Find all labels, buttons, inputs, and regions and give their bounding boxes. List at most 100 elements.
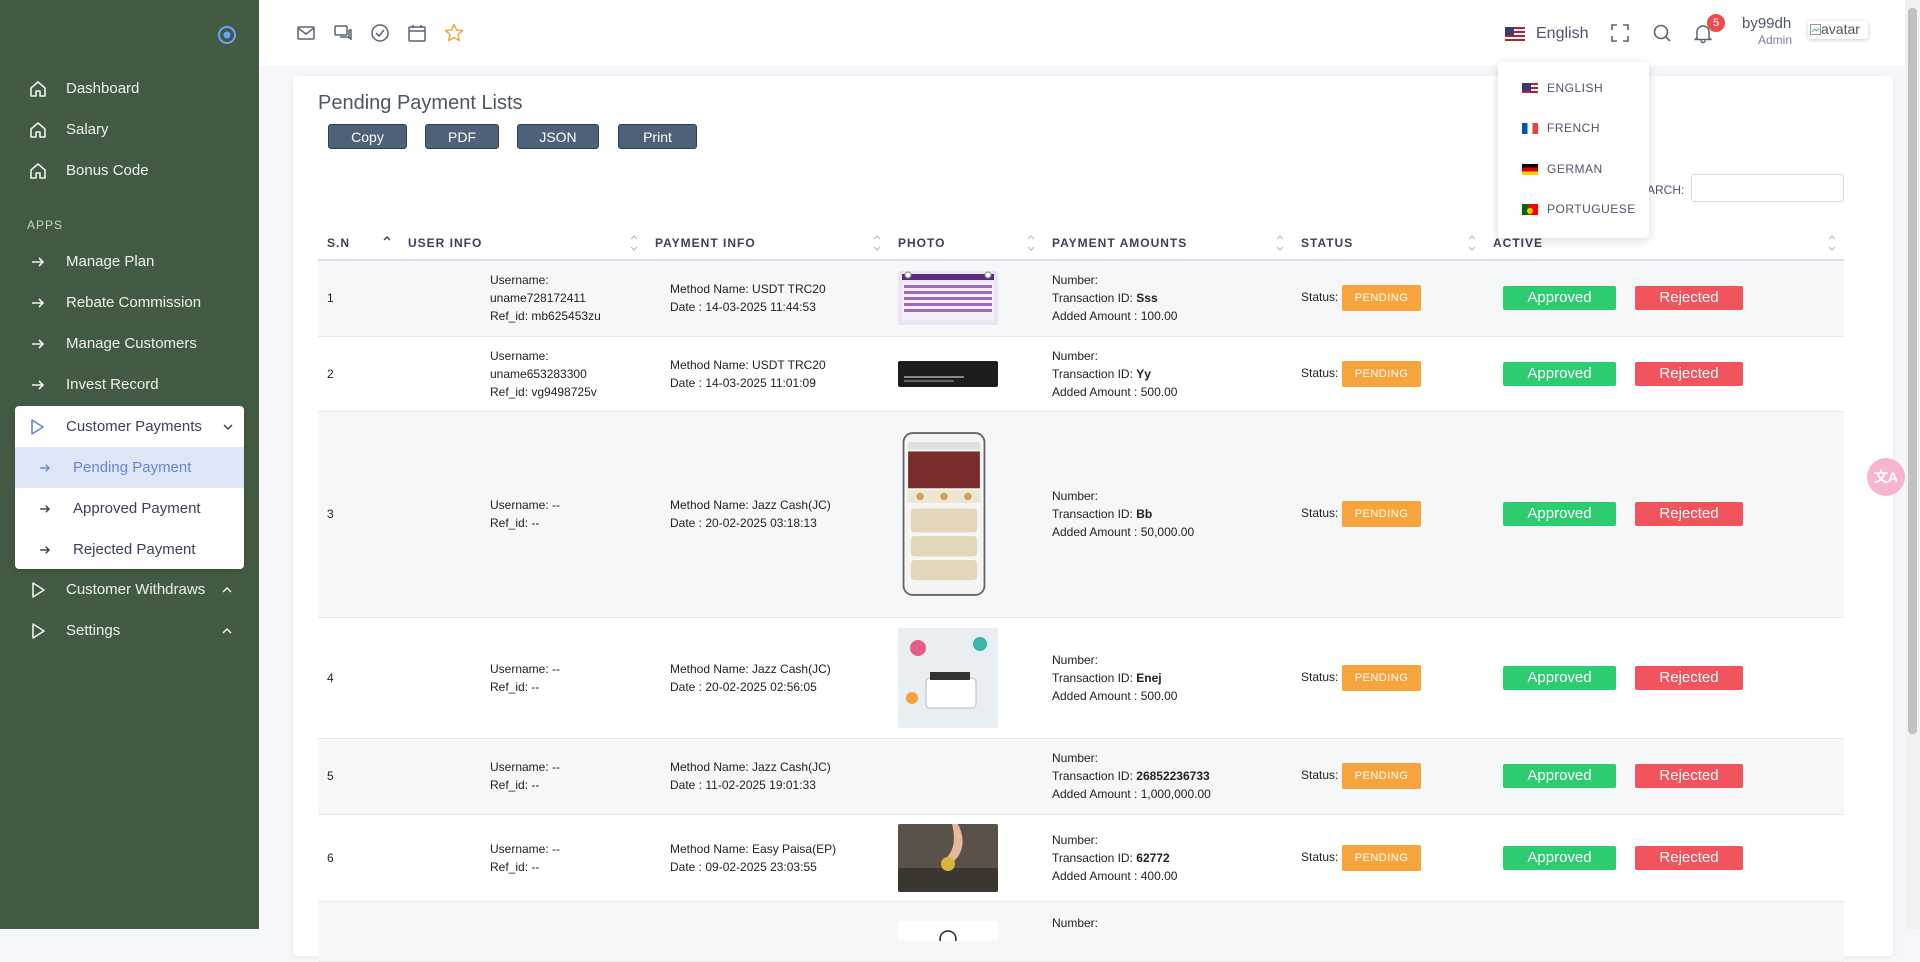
cell-status: Status: PENDING <box>1292 260 1484 337</box>
status-label: Status: <box>1301 768 1342 783</box>
pdf-button[interactable]: PDF <box>425 124 499 149</box>
page-title: Pending Payment Lists <box>318 92 523 114</box>
date-label: Date : <box>670 778 706 792</box>
reject-button[interactable]: Rejected <box>1635 665 1743 690</box>
payment-screenshot-image[interactable] <box>898 271 998 326</box>
sidebar-item-customer-payments[interactable]: Customer Payments <box>15 406 244 447</box>
transaction-line: Transaction ID: 26852236733 <box>1052 767 1292 785</box>
cell-sn: 1 <box>318 260 399 337</box>
calendar-icon[interactable] <box>406 22 428 44</box>
approve-button[interactable]: Approved <box>1503 361 1616 386</box>
json-button[interactable]: JSON <box>517 124 599 149</box>
sidebar-item-manage-customers[interactable]: Manage Customers <box>0 323 259 364</box>
number-label: Number: <box>1052 273 1099 288</box>
scrollbar-thumb[interactable] <box>1908 8 1917 734</box>
column-header-sn[interactable]: S.N <box>318 226 399 261</box>
column-header-status[interactable]: STATUS <box>1292 226 1484 261</box>
reject-button[interactable]: Rejected <box>1635 361 1743 386</box>
payment-screenshot-image[interactable] <box>898 360 998 387</box>
sidebar-item-customer-withdraws[interactable]: Customer Withdraws <box>0 569 259 610</box>
transaction-label: Transaction ID: <box>1052 291 1137 306</box>
payment-screenshot-image[interactable] <box>898 921 998 941</box>
reject-button[interactable]: Rejected <box>1635 502 1743 526</box>
column-header-photo[interactable]: PHOTO <box>889 226 1043 261</box>
sidebar-item-rejected-payment[interactable]: Rejected Payment <box>15 529 244 570</box>
sidebar-item-bonus-code[interactable]: Bonus Code <box>0 150 259 191</box>
amount-value: 500.00 <box>1140 688 1178 703</box>
date-value: 14-03-2025 11:01:09 <box>705 375 816 390</box>
approve-button[interactable]: Approved <box>1503 845 1616 870</box>
approve-button[interactable]: Approved <box>1503 502 1616 526</box>
check-circle-icon[interactable] <box>369 22 391 44</box>
arrow-right-icon <box>40 505 51 513</box>
copy-button[interactable]: Copy <box>328 124 407 149</box>
reject-button[interactable]: Rejected <box>1635 764 1743 788</box>
translate-icon[interactable]: 文A <box>1867 458 1905 496</box>
language-option-portuguese[interactable]: PORTUGUESE <box>1522 199 1636 219</box>
sidebar-toggle-icon[interactable] <box>216 24 238 46</box>
search-input[interactable] <box>1691 174 1844 202</box>
sidebar-item-invest-record[interactable]: Invest Record <box>0 364 259 405</box>
number-label: Number: <box>1052 915 1099 930</box>
amount-line: Added Amount : 100.00 <box>1052 307 1292 325</box>
language-option-label: GERMAN <box>1547 162 1603 176</box>
cell-photo <box>889 814 1043 902</box>
amount-label: Added Amount : <box>1052 787 1141 801</box>
chat-icon[interactable] <box>332 22 354 44</box>
cell-payment-amounts: Number: Transaction ID: 26852236733 Added … <box>1043 738 1292 815</box>
mail-icon[interactable] <box>295 22 317 44</box>
sidebar-item-dashboard[interactable]: Dashboard <box>0 68 259 109</box>
ref-id-label: Ref_id: <box>490 384 532 399</box>
number-label: Number: <box>1052 652 1099 667</box>
date-line: Date : 20-02-2025 03:18:13 <box>670 514 889 532</box>
broken-image-icon <box>1810 24 1821 35</box>
method-line: Method Name: USDT TRC20 <box>670 280 889 298</box>
sidebar-item-label: Customer Payments <box>66 418 202 435</box>
payment-screenshot-image[interactable] <box>898 424 990 604</box>
home-icon <box>30 163 46 179</box>
column-header-payment-info[interactable]: PAYMENT INFO <box>646 226 889 261</box>
language-option-french[interactable]: FRENCH <box>1522 118 1600 138</box>
amount-line: Added Amount : 400.00 <box>1052 867 1292 885</box>
date-label: Date : <box>670 859 706 874</box>
column-header-payment-amounts[interactable]: PAYMENT AMOUNTS <box>1043 226 1292 261</box>
approve-button[interactable]: Approved <box>1503 665 1616 690</box>
play-icon <box>31 419 44 435</box>
sidebar-item-approved-payment[interactable]: Approved Payment <box>15 488 244 529</box>
column-header-user-info[interactable]: USER INFO <box>399 226 646 261</box>
print-button[interactable]: Print <box>618 124 697 149</box>
sidebar-item-settings[interactable]: Settings <box>0 610 259 651</box>
transaction-line: Transaction ID: Bb <box>1052 505 1292 523</box>
amount-label: Added Amount : <box>1052 868 1141 883</box>
language-option-german[interactable]: GERMAN <box>1522 159 1603 179</box>
page-scrollbar[interactable] <box>1905 0 1920 929</box>
username-line: Username: -- <box>490 840 646 858</box>
sidebar-item-pending-payment[interactable]: Pending Payment <box>15 447 244 488</box>
amount-label: Added Amount : <box>1052 309 1141 324</box>
sidebar-item-manage-plan[interactable]: Manage Plan <box>0 241 259 282</box>
language-selector[interactable]: English <box>1505 22 1588 46</box>
reject-button[interactable]: Rejected <box>1635 286 1743 311</box>
star-icon[interactable] <box>443 22 465 44</box>
username-value: -- <box>552 498 561 512</box>
column-header-label: USER INFO <box>408 235 483 250</box>
cell-photo <box>889 901 1043 962</box>
user-name[interactable]: by99dh <box>1742 15 1791 32</box>
language-option-english[interactable]: ENGLISH <box>1522 78 1603 98</box>
payment-screenshot-image[interactable] <box>898 823 998 892</box>
approve-button[interactable]: Approved <box>1503 764 1616 788</box>
sidebar-item-rebate-commission[interactable]: Rebate Commission <box>0 282 259 323</box>
approve-button[interactable]: Approved <box>1503 286 1616 311</box>
column-header-label: PAYMENT INFO <box>655 235 756 250</box>
reject-button[interactable]: Rejected <box>1635 845 1743 870</box>
play-icon <box>32 623 45 639</box>
avatar[interactable]: avatar <box>1808 21 1868 39</box>
cell-payment-amounts: Number: Transaction ID: 62772 Added Amount… <box>1043 814 1292 902</box>
fullscreen-icon[interactable] <box>1609 22 1631 44</box>
cell-sn: 3 <box>318 411 399 618</box>
payment-screenshot-image[interactable] <box>898 627 998 728</box>
method-value: Jazz Cash(JC) <box>752 760 831 774</box>
sidebar-item-salary[interactable]: Salary <box>0 109 259 150</box>
search-icon[interactable] <box>1651 22 1673 44</box>
arrow-right-icon <box>32 339 45 349</box>
